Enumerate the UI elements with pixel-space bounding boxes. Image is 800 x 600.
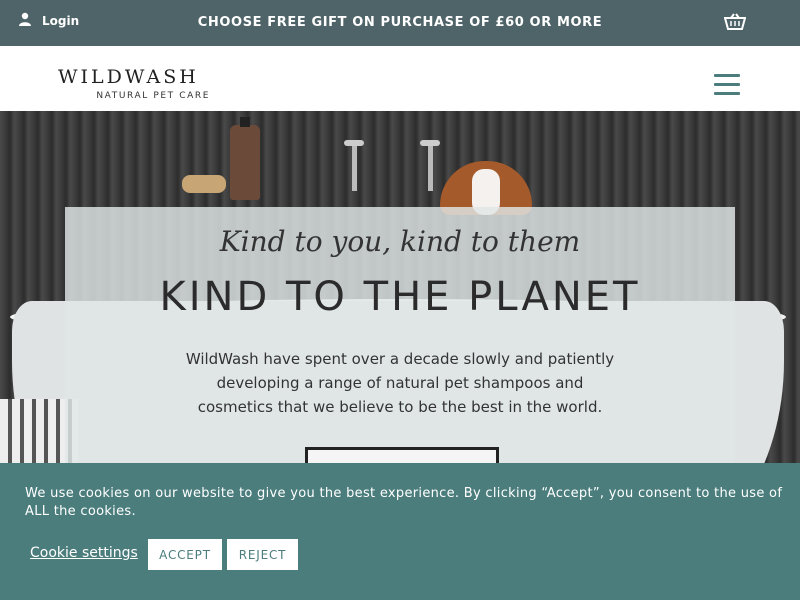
cookie-banner: We use cookies on our website to give yo… [0, 463, 800, 600]
faucet-image [420, 136, 440, 191]
top-bar: Login CHOOSE FREE GIFT ON PURCHASE OF £6… [0, 0, 800, 46]
site-logo[interactable]: WILDWASH NATURAL PET CARE [58, 66, 210, 101]
shampoo-bottle-image [230, 117, 260, 200]
hero-headline: KIND TO THE PLANET [159, 274, 641, 320]
hero-tagline: Kind to you, kind to them [219, 225, 581, 258]
accept-button[interactable]: ACCEPT [148, 539, 222, 570]
brush-image [182, 175, 226, 193]
logo-sub-text: NATURAL PET CARE [96, 91, 210, 101]
faucet-image [344, 136, 364, 191]
basket-icon[interactable] [723, 13, 747, 35]
cookie-message: We use cookies on our website to give yo… [25, 486, 783, 519]
cookie-settings-link[interactable]: Cookie settings [30, 545, 138, 561]
reject-button[interactable]: REJECT [227, 539, 298, 570]
promo-banner-text: CHOOSE FREE GIFT ON PURCHASE OF £60 OR M… [197, 15, 603, 30]
logo-main-text: WILDWASH [58, 66, 199, 88]
site-header: WILDWASH NATURAL PET CARE [0, 46, 800, 111]
hamburger-menu-icon[interactable] [714, 74, 740, 98]
hero-description: WildWash have spent over a decade slowly… [185, 350, 615, 416]
